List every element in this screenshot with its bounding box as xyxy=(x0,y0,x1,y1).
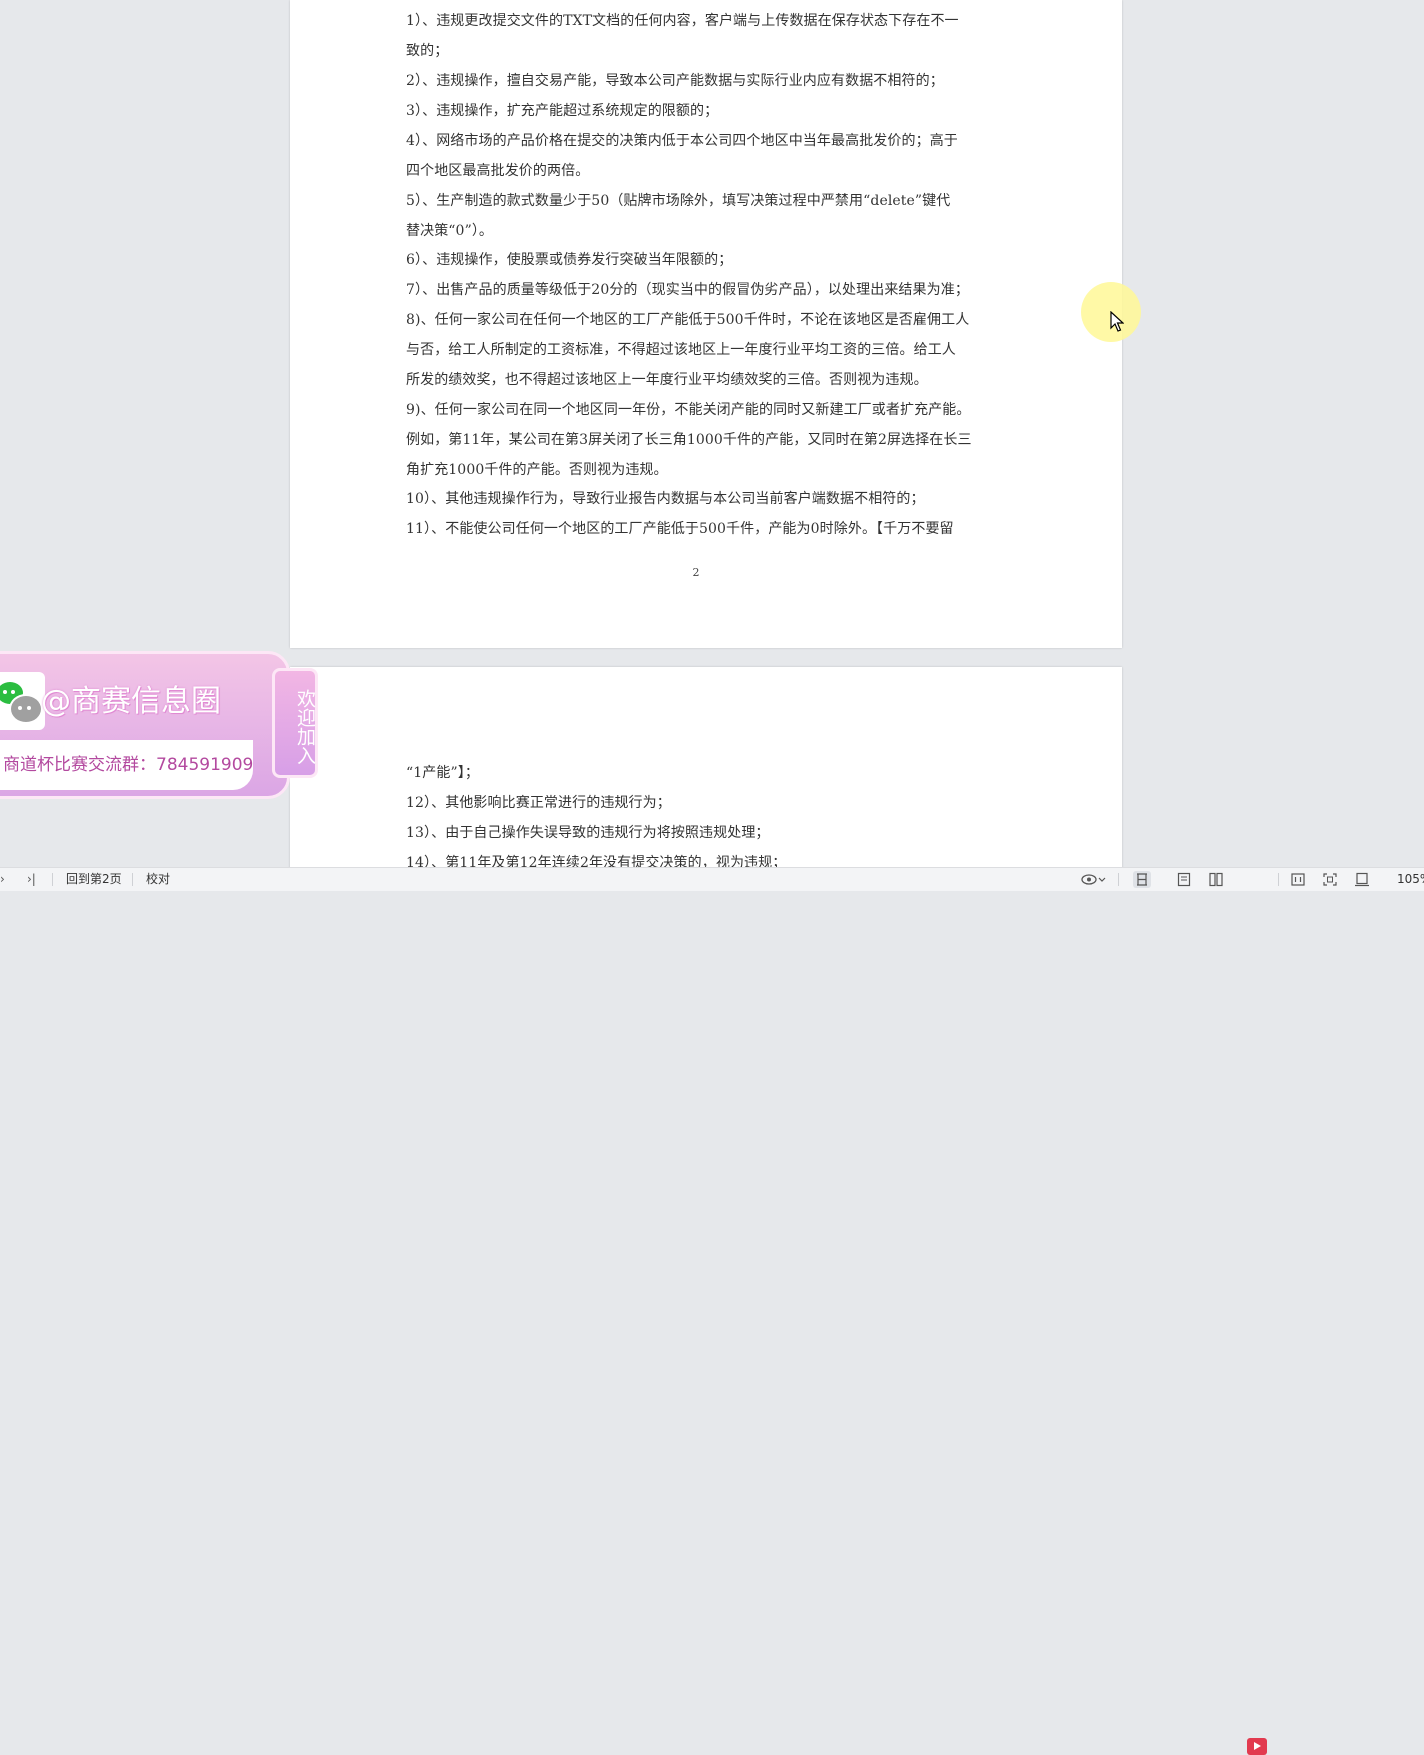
zoom-level[interactable]: 105% xyxy=(1397,868,1424,891)
doc-line: 例如，第11年，某公司在第3屏关闭了长三角1000千件的产能，又同时在第2屏选择… xyxy=(406,432,972,448)
banner-handle: @商赛信息圈 xyxy=(41,684,221,719)
page-number: 2 xyxy=(692,566,700,579)
status-bar: › ›| 回到第2页 校对 105% xyxy=(0,867,1424,1755)
next-page-button[interactable]: › xyxy=(0,868,8,891)
doc-line: 四个地区最高批发价的两倍。 xyxy=(406,163,590,179)
doc-line: 3）、违规操作，扩充产能超过系统规定的限额的； xyxy=(406,103,719,119)
promo-banner: @商赛信息圈 商道杯比赛交流群：784591909 xyxy=(0,651,290,799)
web-layout-icon[interactable] xyxy=(1175,871,1193,888)
document-page-1: 1）、违规更改提交文件的TXT文档的任何内容，客户端与上传数据在保存状态下存在不… xyxy=(290,0,1122,648)
fit-page-icon[interactable] xyxy=(1353,871,1371,888)
doc-line: 10）、其他违规操作行为，导致行业报告内数据与本公司当前客户端数据不相符的； xyxy=(406,491,925,507)
doc-line: 5）、生产制造的款式数量少于50（贴牌市场除外，填写决策过程中严禁用“delet… xyxy=(406,193,951,209)
doc-line: 11）、不能使公司任何一个地区的工厂产能低于500千件，产能为0时除外。【千万不… xyxy=(406,521,954,537)
doc-line: 13）、由于自己操作失误导致的违规行为将按照违规处理； xyxy=(406,825,770,841)
doc-line: 致的； xyxy=(406,43,449,59)
full-screen-icon[interactable] xyxy=(1321,871,1339,888)
fit-width-icon[interactable] xyxy=(1289,871,1307,888)
wechat-icon xyxy=(0,672,45,730)
record-icon[interactable] xyxy=(1247,1738,1267,1755)
doc-line: 1）、违规更改提交文件的TXT文档的任何内容，客户端与上传数据在保存状态下存在不… xyxy=(406,13,959,29)
proofread-button[interactable]: 校对 xyxy=(146,868,170,891)
doc-line: 所发的绩效奖，也不得超过该地区上一年度行业平均绩效奖的三倍。否则视为违规。 xyxy=(406,372,928,388)
doc-line: 9)、任何一家公司在同一个地区同一年份，不能关闭产能的同时又新建工厂或者扩充产能… xyxy=(406,402,971,418)
doc-line: 12）、其他影响比赛正常进行的违规行为； xyxy=(406,795,671,811)
welcome-tag: 欢迎加入 xyxy=(272,668,318,778)
doc-line: 与否，给工人所制定的工资标准，不得超过该地区上一年度行业平均工资的三倍。给工人 xyxy=(406,342,956,358)
eye-icon[interactable] xyxy=(1080,871,1098,888)
doc-line: 7）、出售产品的质量等级低于20分的（现实当中的假冒伪劣产品），以处理出来结果为… xyxy=(406,282,969,298)
banner-group-text: 商道杯比赛交流群：784591909 xyxy=(0,740,253,790)
doc-line: 6）、违规操作，使股票或债券发行突破当年限额的； xyxy=(406,252,733,268)
doc-line: 替决策“0”）。 xyxy=(406,223,494,239)
doc-line: 4）、网络市场的产品价格在提交的决策内低于本公司四个地区中当年最高批发价的；高于 xyxy=(406,133,958,149)
doc-line: 2）、违规操作，擅自交易产能，导致本公司产能数据与实际行业内应有数据不相符的； xyxy=(406,73,944,89)
mouse-cursor-icon xyxy=(1110,311,1124,332)
two-page-icon[interactable] xyxy=(1207,871,1225,888)
chevron-down-icon[interactable] xyxy=(1097,871,1107,888)
page-view-icon[interactable] xyxy=(1133,871,1151,888)
doc-line: 8)、任何一家公司在任何一个地区的工厂产能低于500千件时，不论在该地区是否雇佣… xyxy=(406,312,970,328)
back-to-page-button[interactable]: 回到第2页 xyxy=(66,868,122,891)
last-page-button[interactable]: ›| xyxy=(27,868,36,891)
doc-line: “1产能”】； xyxy=(406,765,479,781)
document-page-2: “1产能”】； 12）、其他影响比赛正常进行的违规行为； 13）、由于自己操作失… xyxy=(290,667,1122,887)
doc-line: 角扩充1000千件的产能。否则视为违规。 xyxy=(406,462,668,478)
